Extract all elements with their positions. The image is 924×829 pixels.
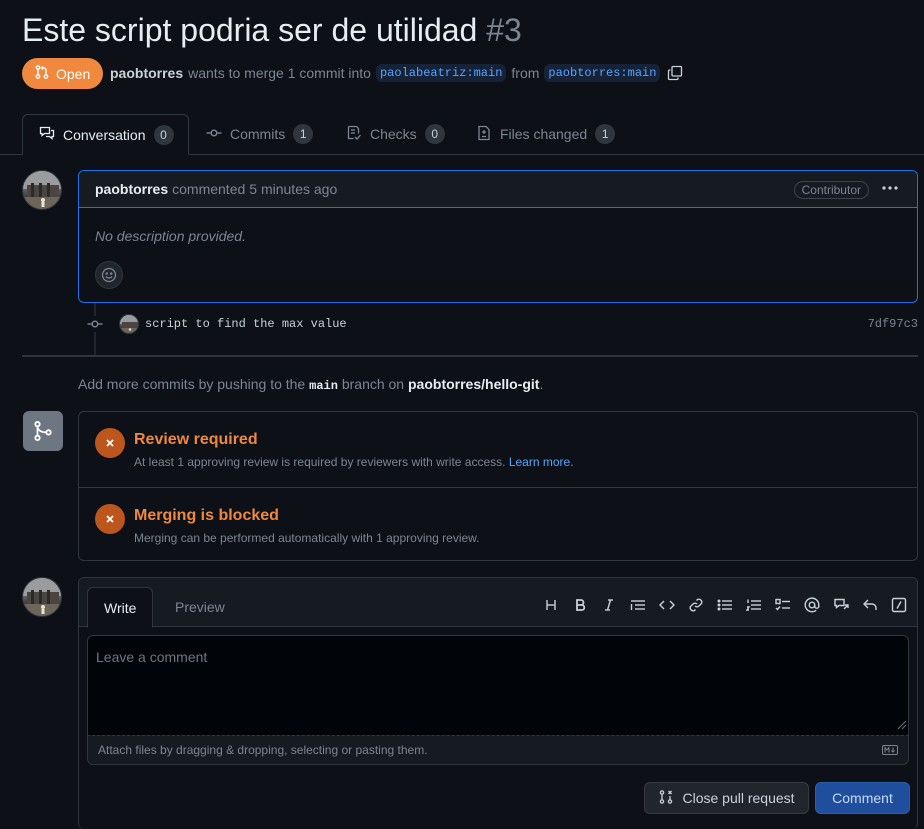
x-circle-icon bbox=[95, 504, 125, 534]
slash-command-icon[interactable] bbox=[891, 597, 907, 613]
git-pull-request-icon bbox=[34, 64, 50, 83]
pr-merge-text: wants to merge 1 commit into bbox=[188, 65, 371, 81]
file-diff-icon bbox=[476, 125, 492, 144]
link-icon[interactable] bbox=[688, 597, 704, 613]
tab-commits[interactable]: Commits 1 bbox=[190, 114, 329, 154]
numbered-list-icon[interactable] bbox=[746, 597, 762, 613]
git-commit-icon bbox=[87, 316, 103, 332]
comment-editor: Write Preview Leave a comment Attach fil… bbox=[78, 577, 918, 829]
task-list-icon[interactable] bbox=[775, 597, 791, 613]
pr-author-link[interactable]: paobtorres bbox=[110, 65, 183, 81]
markdown-icon[interactable] bbox=[882, 744, 898, 758]
git-pull-request-closed-icon bbox=[658, 789, 674, 808]
pr-state-badge: Open bbox=[22, 58, 104, 89]
tab-commits-count: 1 bbox=[293, 124, 314, 144]
tab-commits-label: Commits bbox=[230, 126, 286, 142]
x-circle-icon bbox=[95, 428, 125, 458]
tab-conversation-count: 0 bbox=[153, 124, 174, 145]
tab-files-label: Files changed bbox=[500, 126, 588, 142]
close-pull-request-label: Close pull request bbox=[682, 790, 795, 806]
mention-icon[interactable] bbox=[804, 597, 820, 613]
commit-message[interactable]: script to find the max value bbox=[145, 317, 347, 331]
tab-files-count: 1 bbox=[595, 124, 616, 144]
tab-checks-count: 0 bbox=[424, 124, 445, 144]
push-note: Add more commits by pushing to the main … bbox=[78, 376, 543, 393]
attach-files-bar[interactable]: Attach files by dragging & dropping, sel… bbox=[87, 735, 909, 765]
comment-button[interactable]: Comment bbox=[815, 782, 910, 814]
italic-icon[interactable] bbox=[601, 597, 617, 613]
tab-files-changed[interactable]: Files changed 1 bbox=[460, 114, 631, 154]
current-user-avatar[interactable] bbox=[22, 577, 62, 617]
review-required-title: Review required bbox=[134, 431, 258, 448]
comment-discussion-icon bbox=[39, 125, 55, 144]
copy-icon[interactable] bbox=[667, 65, 683, 81]
review-required-text: At least 1 approving review is required … bbox=[134, 455, 506, 469]
push-note-middle: branch on bbox=[341, 376, 405, 392]
comment-author[interactable]: paobtorres bbox=[95, 181, 168, 197]
editor-header: Write Preview bbox=[79, 578, 917, 628]
merging-blocked-desc: Merging can be performed automatically w… bbox=[134, 531, 480, 545]
git-merge-icon bbox=[23, 411, 63, 451]
comment-action: commented bbox=[172, 181, 246, 197]
markdown-toolbar bbox=[543, 597, 907, 613]
close-pull-request-button[interactable]: Close pull request bbox=[644, 782, 809, 814]
push-note-repo[interactable]: paobtorres/hello-git bbox=[408, 376, 539, 392]
smiley-icon[interactable] bbox=[95, 261, 123, 289]
commit-row: script to find the max value 7df97c3 bbox=[87, 312, 918, 336]
heading-icon[interactable] bbox=[543, 597, 559, 613]
comment-header: paobtorres commented 5 minutes ago Contr… bbox=[79, 171, 917, 208]
tab-preview[interactable]: Preview bbox=[159, 587, 241, 627]
push-note-branch: main bbox=[309, 379, 338, 393]
head-branch[interactable]: paobtorres:main bbox=[544, 64, 661, 82]
merging-blocked-title: Merging is blocked bbox=[134, 507, 279, 524]
merge-status-box: Review required At least 1 approving rev… bbox=[78, 411, 918, 561]
kebab-horizontal-icon[interactable] bbox=[881, 180, 899, 199]
tab-conversation-label: Conversation bbox=[63, 126, 146, 143]
review-required-section: Review required At least 1 approving rev… bbox=[79, 412, 917, 486]
comment-box: paobtorres commented 5 minutes ago Contr… bbox=[78, 170, 918, 303]
cross-reference-icon[interactable] bbox=[833, 597, 849, 613]
pr-title-text: Este script podria ser de utilidad bbox=[22, 12, 478, 48]
resize-grip-icon[interactable] bbox=[897, 720, 907, 730]
checklist-icon bbox=[346, 125, 362, 144]
commit-sha[interactable]: 7df97c3 bbox=[868, 317, 918, 331]
tab-conversation[interactable]: Conversation 0 bbox=[22, 114, 189, 155]
comment-body: No description provided. bbox=[95, 228, 246, 244]
pr-tabs: Conversation 0 Commits 1 Checks 0 Files … bbox=[0, 114, 924, 155]
avatar[interactable] bbox=[22, 170, 62, 210]
pr-number: #3 bbox=[486, 12, 522, 48]
tab-checks-label: Checks bbox=[370, 126, 417, 142]
tab-checks[interactable]: Checks 0 bbox=[330, 114, 461, 154]
tab-write[interactable]: Write bbox=[87, 587, 154, 628]
reply-icon[interactable] bbox=[862, 597, 878, 613]
quote-icon[interactable] bbox=[630, 597, 646, 613]
review-required-desc: At least 1 approving review is required … bbox=[134, 455, 574, 469]
pr-title: Este script podria ser de utilidad #3 bbox=[22, 12, 522, 49]
push-note-prefix: Add more commits by pushing to the bbox=[78, 376, 306, 392]
comment-time[interactable]: 5 minutes ago bbox=[249, 181, 337, 197]
timeline-divider bbox=[22, 355, 918, 357]
contributor-badge: Contributor bbox=[793, 181, 869, 199]
learn-more-link[interactable]: Learn more. bbox=[509, 455, 574, 469]
bulleted-list-icon[interactable] bbox=[717, 597, 733, 613]
pr-meta: paobtorres wants to merge 1 commit into … bbox=[110, 64, 683, 82]
comment-textarea[interactable]: Leave a comment bbox=[87, 635, 909, 735]
merging-blocked-section: Merging is blocked Merging can be perfor… bbox=[79, 487, 917, 561]
push-note-suffix: . bbox=[539, 376, 544, 392]
pr-from-text: from bbox=[511, 65, 540, 81]
pr-state-label: Open bbox=[56, 65, 91, 82]
git-commit-icon bbox=[206, 125, 222, 144]
bold-icon[interactable] bbox=[572, 597, 588, 613]
attach-files-text: Attach files by dragging & dropping, sel… bbox=[98, 743, 428, 757]
code-icon[interactable] bbox=[659, 597, 675, 613]
commit-author-avatar[interactable] bbox=[119, 314, 139, 334]
base-branch[interactable]: paolabeatriz:main bbox=[375, 64, 507, 82]
